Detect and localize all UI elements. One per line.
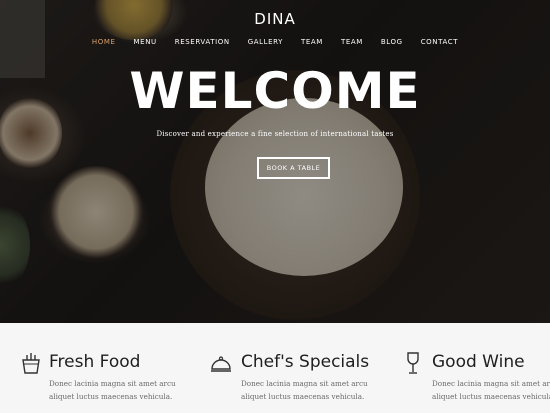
site-logo[interactable]: DINA (0, 10, 550, 28)
hero-section: DINA HOME MENU RESERVATION GALLERY TEAM … (0, 0, 550, 323)
book-table-button[interactable]: BOOK A TABLE (257, 157, 330, 179)
feature-text: Donec lacinia magna sit amet arcu alique… (49, 377, 176, 403)
feature-text-line: Donec lacinia magna sit amet arcu (49, 379, 176, 388)
nav-item-menu[interactable]: MENU (125, 38, 166, 46)
main-nav: HOME MENU RESERVATION GALLERY TEAM TEAM … (0, 38, 550, 46)
feature-text: Donec lacinia magna sit amet arcu alique… (432, 377, 550, 403)
feature-text-line: Donec lacinia magna sit amet arcu (241, 379, 368, 388)
nav-item-reservation[interactable]: RESERVATION (166, 38, 239, 46)
nav-item-team[interactable]: TEAM (292, 38, 332, 46)
feature-text-line: aliquet luctus maecenas vehicula. (432, 392, 550, 401)
feature-text-line: Donec lacinia magna sit amet arcu (432, 379, 550, 388)
nav-item-home[interactable]: HOME (83, 38, 125, 46)
nav-item-team-2[interactable]: TEAM (332, 38, 372, 46)
feature-title: Good Wine (432, 352, 525, 372)
hero-tagline: Discover and experience a fine selection… (156, 130, 394, 138)
feature-title: Chef's Specials (241, 352, 370, 372)
nav-item-contact[interactable]: CONTACT (412, 38, 467, 46)
feature-text-line: aliquet luctus maecenas vehicula. (49, 392, 173, 401)
nav-item-blog[interactable]: BLOG (372, 38, 412, 46)
wine-glass-icon (407, 352, 419, 374)
feature-title: Fresh Food (49, 352, 141, 372)
basket-icon (22, 353, 40, 374)
nav-item-gallery[interactable]: GALLERY (239, 38, 292, 46)
feature-text: Donec lacinia magna sit amet arcu alique… (241, 377, 368, 403)
hero-title: WELCOME (129, 62, 421, 120)
features-section: Fresh Food Donec lacinia magna sit amet … (0, 323, 550, 413)
feature-text-line: aliquet luctus maecenas vehicula. (241, 392, 365, 401)
cloche-icon (211, 356, 231, 372)
